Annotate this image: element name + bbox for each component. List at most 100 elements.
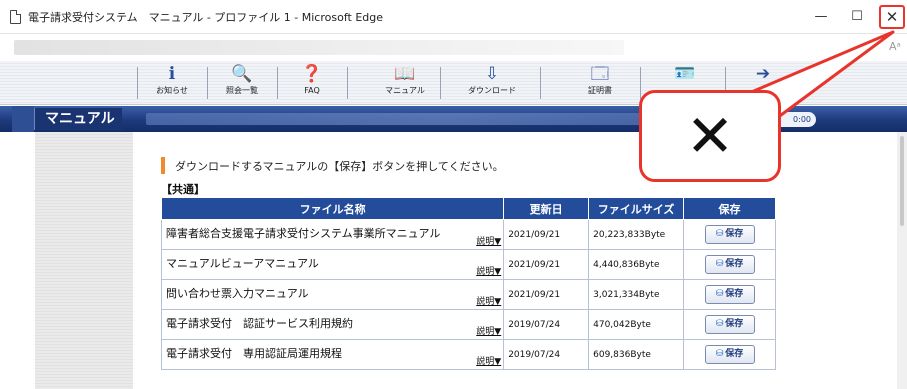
save-label: 保存: [725, 229, 744, 239]
save-cell: ⛁ 保存: [683, 279, 776, 310]
close-button[interactable]: ✕: [879, 5, 905, 29]
updated-date: 2021/09/21: [503, 279, 590, 310]
save-cell: ⛁ 保存: [683, 309, 776, 340]
file-name: マニュアルビューアマニュアル: [166, 257, 319, 270]
file-name-cell: 問い合わせ票入力マニュアル 説明▼: [160, 279, 505, 310]
table-row: 電子請求受付 専用認証局運用規程 説明▼ 2019/07/24 609,836B…: [160, 339, 776, 370]
toolbar-label: お知らせ: [156, 86, 188, 95]
table-row: 問い合わせ票入力マニュアル 説明▼ 2021/09/21 3,021,334By…: [160, 279, 776, 310]
file-name-cell: 電子請求受付 専用認証局運用規程 説明▼: [160, 339, 505, 370]
toolbar-item-manual[interactable]: 📖 マニュアル: [370, 63, 440, 103]
toolbar-label: 照会一覧: [226, 86, 258, 95]
file-name: 問い合わせ票入力マニュアル: [166, 287, 309, 300]
search-icon: 🔍: [231, 64, 253, 84]
file-size: 609,836Byte: [588, 339, 685, 370]
toolbar-divider: [540, 67, 541, 99]
save-icon: ⛁: [715, 349, 724, 359]
file-name-cell: 電子請求受付 認証サービス利用規約 説明▼: [160, 309, 505, 340]
window-title: 電子請求受付システム マニュアル - プロファイル 1 - Microsoft …: [28, 11, 383, 24]
download-icon: ⇩: [484, 64, 500, 84]
toolbar-item-download[interactable]: ⇩ ダウンロード: [457, 63, 527, 103]
toolbar-label: ダウンロード: [468, 86, 516, 95]
close-callout-icon: ✕: [685, 102, 735, 170]
manual-table: ファイル名称 更新日 ファイルサイズ 保存 障害者総合支援電子請求受付システム事…: [160, 197, 776, 370]
explain-toggle[interactable]: 説明▼: [476, 354, 501, 367]
file-size: 4,440,836Byte: [588, 249, 685, 280]
band-edge: [12, 106, 34, 132]
file-size: 3,021,334Byte: [588, 279, 685, 310]
save-button[interactable]: ⛁ 保存: [704, 225, 755, 244]
faq-icon: ❓: [301, 64, 323, 84]
table-row: 障害者総合支援電子請求受付システム事業所マニュアル 説明▼ 2021/09/21…: [160, 219, 776, 250]
file-size: 20,223,833Byte: [588, 219, 685, 250]
column-header-save: 保存: [683, 197, 776, 220]
save-cell: ⛁ 保存: [683, 219, 776, 250]
table-row: 電子請求受付 認証サービス利用規約 説明▼ 2019/07/24 470,042…: [160, 309, 776, 340]
close-button-callout: ✕: [639, 90, 781, 182]
save-label: 保存: [725, 319, 744, 329]
page-title: マニュアル: [34, 108, 122, 130]
updated-date: 2019/07/24: [503, 339, 590, 370]
toolbar-item-faq[interactable]: ❓ FAQ: [277, 63, 347, 103]
title-bar: 電子請求受付システム マニュアル - プロファイル 1 - Microsoft …: [0, 0, 907, 34]
user-card-icon: 🪪: [674, 64, 696, 84]
file-name: 障害者総合支援電子請求受付システム事業所マニュアル: [166, 227, 441, 240]
toolbar-item-notice[interactable]: ℹ お知らせ: [137, 63, 207, 103]
save-icon: ⛁: [715, 229, 724, 239]
updated-date: 2019/07/24: [503, 309, 590, 340]
explain-toggle[interactable]: 説明▼: [476, 294, 501, 307]
minimize-button[interactable]: —: [806, 5, 836, 29]
save-label: 保存: [725, 289, 744, 299]
save-button[interactable]: ⛁ 保存: [704, 255, 755, 274]
updated-date: 2021/09/21: [503, 249, 590, 280]
toolbar-label: マニュアル: [385, 86, 425, 95]
column-header-file-size: ファイルサイズ: [588, 197, 685, 220]
save-icon: ⛁: [715, 259, 724, 269]
table-row: マニュアルビューアマニュアル 説明▼ 2021/09/21 4,440,836B…: [160, 249, 776, 280]
instruction-message: ダウンロードするマニュアルの【保存】ボタンを押してください。: [161, 157, 511, 175]
file-name: 電子請求受付 認証サービス利用規約: [166, 317, 353, 330]
url-field-blurred[interactable]: [14, 40, 624, 55]
save-button[interactable]: ⛁ 保存: [704, 315, 755, 334]
maximize-button[interactable]: ☐: [842, 5, 872, 29]
toolbar-label: FAQ: [304, 86, 320, 95]
file-name: 電子請求受付 専用認証局運用規程: [166, 347, 342, 360]
toolbar-divider: [640, 67, 641, 99]
left-sidebar: [35, 132, 133, 389]
toolbar-item-inquiry-list[interactable]: 🔍 照会一覧: [207, 63, 277, 103]
file-name-cell: 障害者総合支援電子請求受付システム事業所マニュアル 説明▼: [160, 219, 505, 250]
instruction-accent-bar: [161, 157, 165, 174]
toolbar-divider: [347, 67, 348, 99]
updated-date: 2021/09/21: [503, 219, 590, 250]
save-icon: ⛁: [715, 289, 724, 299]
page-icon: [10, 10, 21, 24]
toolbar-divider: [440, 67, 441, 99]
certificate-icon: 🗔: [590, 64, 610, 84]
save-cell: ⛁ 保存: [683, 249, 776, 280]
explain-toggle[interactable]: 説明▼: [476, 324, 501, 337]
vertical-scrollbar[interactable]: [897, 132, 907, 389]
save-label: 保存: [725, 349, 744, 359]
file-name-cell: マニュアルビューアマニュアル 説明▼: [160, 249, 505, 280]
instruction-text: ダウンロードするマニュアルの【保存】ボタンを押してください。: [175, 160, 504, 173]
address-bar: Aᵃ: [0, 35, 907, 61]
read-aloud-icon[interactable]: Aᵃ: [889, 40, 901, 53]
table-header-row: ファイル名称 更新日 ファイルサイズ 保存: [160, 197, 776, 220]
toolbar-label: 証明書: [588, 86, 612, 95]
save-button[interactable]: ⛁ 保存: [704, 285, 755, 304]
info-icon: ℹ: [168, 64, 176, 84]
save-button[interactable]: ⛁ 保存: [704, 345, 755, 364]
manual-book-icon: 📖: [394, 64, 416, 84]
save-cell: ⛁ 保存: [683, 339, 776, 370]
left-margin: [0, 132, 35, 389]
column-header-updated: 更新日: [503, 197, 590, 220]
explain-toggle[interactable]: 説明▼: [476, 264, 501, 277]
explain-toggle[interactable]: 説明▼: [476, 234, 501, 247]
toolbar-item-certificate[interactable]: 🗔 証明書: [565, 63, 635, 103]
logout-icon: ➔: [755, 64, 771, 84]
browser-window: 電子請求受付システム マニュアル - プロファイル 1 - Microsoft …: [0, 0, 907, 389]
file-size: 470,042Byte: [588, 309, 685, 340]
section-label: 【共通】: [161, 183, 205, 196]
column-header-file-name: ファイル名称: [160, 197, 505, 220]
save-icon: ⛁: [715, 319, 724, 329]
